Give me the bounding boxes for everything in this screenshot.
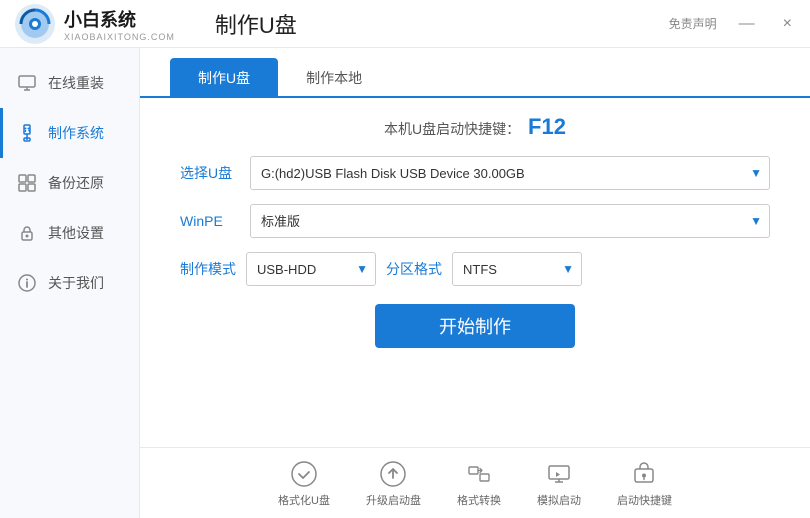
bottom-label-boot-shortcut: 启动快捷键 bbox=[617, 492, 672, 508]
partition-select-wrapper: NTFS ▼ bbox=[452, 252, 582, 286]
logo-area: 小白系统 XIAOBAIXITONG.COM bbox=[0, 3, 175, 45]
sidebar-label-backup-restore: 备份还原 bbox=[48, 173, 104, 193]
bottom-label-upgrade-boot: 升级启动盘 bbox=[366, 492, 421, 508]
logo-subtitle: XIAOBAIXITONG.COM bbox=[64, 32, 175, 42]
form-area: 本机U盘启动快捷键： F12 选择U盘 G:(hd2)USB Flash Dis… bbox=[140, 98, 810, 447]
winpe-select-wrapper: 标准版 ▼ bbox=[250, 204, 770, 238]
minimize-button[interactable]: — bbox=[733, 14, 761, 34]
tab-make-usb[interactable]: 制作U盘 bbox=[170, 58, 278, 98]
tab-bar: 制作U盘 制作本地 bbox=[140, 56, 810, 98]
titlebar-right: 免责声明 — × bbox=[669, 14, 798, 34]
sidebar-item-make-system[interactable]: 制作系统 bbox=[0, 108, 139, 158]
bottom-icons-bar: 格式化U盘 升级启动盘 格式转换 bbox=[140, 447, 810, 518]
sidebar-item-online-reinstall[interactable]: 在线重装 bbox=[0, 58, 139, 108]
mode-select[interactable]: USB-HDD bbox=[246, 252, 376, 286]
bottom-icon-boot-shortcut[interactable]: 启动快捷键 bbox=[617, 460, 672, 508]
logo-title: 小白系统 bbox=[64, 6, 175, 32]
shortcut-key: F12 bbox=[528, 114, 566, 139]
titlebar: 小白系统 XIAOBAIXITONG.COM 制作U盘 免责声明 — × bbox=[0, 0, 810, 48]
usb-select-wrapper: G:(hd2)USB Flash Disk USB Device 30.00GB… bbox=[250, 156, 770, 190]
sidebar-item-other-settings[interactable]: 其他设置 bbox=[0, 208, 139, 258]
bottom-icon-upgrade-boot[interactable]: 升级启动盘 bbox=[366, 460, 421, 508]
winpe-label: WinPE bbox=[180, 213, 250, 229]
partition-label: 分区格式 bbox=[386, 259, 442, 279]
boot-shortcut-icon bbox=[630, 460, 658, 488]
sidebar: 在线重装 制作系统 bbox=[0, 48, 140, 518]
shortcut-hint: 本机U盘启动快捷键： F12 bbox=[180, 114, 770, 140]
page-title: 制作U盘 bbox=[215, 8, 297, 40]
virtual-boot-icon bbox=[545, 460, 573, 488]
bottom-icon-format-convert[interactable]: 格式转换 bbox=[457, 460, 501, 508]
format-usb-icon bbox=[290, 460, 318, 488]
info-icon bbox=[16, 272, 38, 294]
usb-icon bbox=[16, 122, 38, 144]
grid-icon bbox=[16, 172, 38, 194]
content-area: 制作U盘 制作本地 本机U盘启动快捷键： F12 选择U盘 G:(hd2)USB… bbox=[140, 48, 810, 518]
usb-row: 选择U盘 G:(hd2)USB Flash Disk USB Device 30… bbox=[180, 156, 770, 190]
disclaimer-link[interactable]: 免责声明 bbox=[669, 15, 717, 32]
monitor-icon bbox=[16, 72, 38, 94]
bottom-label-format-usb: 格式化U盘 bbox=[278, 492, 330, 508]
winpe-select[interactable]: 标准版 bbox=[250, 204, 770, 238]
sidebar-item-about-us[interactable]: 关于我们 bbox=[0, 258, 139, 308]
close-button[interactable]: × bbox=[777, 14, 798, 34]
bottom-icon-virtual-boot[interactable]: 模拟启动 bbox=[537, 460, 581, 508]
titlebar-left: 小白系统 XIAOBAIXITONG.COM 制作U盘 bbox=[0, 3, 297, 45]
winpe-row: WinPE 标准版 ▼ bbox=[180, 204, 770, 238]
sidebar-label-make-system: 制作系统 bbox=[48, 123, 104, 143]
mode-select-wrapper: USB-HDD ▼ bbox=[246, 252, 376, 286]
usb-label: 选择U盘 bbox=[180, 163, 250, 183]
sidebar-label-other-settings: 其他设置 bbox=[48, 223, 104, 243]
upgrade-boot-icon bbox=[379, 460, 407, 488]
usb-select[interactable]: G:(hd2)USB Flash Disk USB Device 30.00GB bbox=[250, 156, 770, 190]
logo-text-area: 小白系统 XIAOBAIXITONG.COM bbox=[64, 6, 175, 42]
bottom-label-virtual-boot: 模拟启动 bbox=[537, 492, 581, 508]
main-layout: 在线重装 制作系统 bbox=[0, 48, 810, 518]
partition-select[interactable]: NTFS bbox=[452, 252, 582, 286]
mode-label: 制作模式 bbox=[180, 259, 236, 279]
mode-partition-row: 制作模式 USB-HDD ▼ 分区格式 NTFS ▼ bbox=[180, 252, 770, 286]
logo-icon bbox=[14, 3, 56, 45]
tab-make-local[interactable]: 制作本地 bbox=[278, 58, 390, 98]
bottom-icon-format-usb[interactable]: 格式化U盘 bbox=[278, 460, 330, 508]
shortcut-prefix: 本机U盘启动快捷键： bbox=[384, 121, 520, 137]
format-convert-icon bbox=[465, 460, 493, 488]
sidebar-label-online-reinstall: 在线重装 bbox=[48, 73, 104, 93]
sidebar-label-about-us: 关于我们 bbox=[48, 273, 104, 293]
start-button[interactable]: 开始制作 bbox=[375, 304, 575, 348]
sidebar-item-backup-restore[interactable]: 备份还原 bbox=[0, 158, 139, 208]
bottom-label-format-convert: 格式转换 bbox=[457, 492, 501, 508]
lock-icon bbox=[16, 222, 38, 244]
